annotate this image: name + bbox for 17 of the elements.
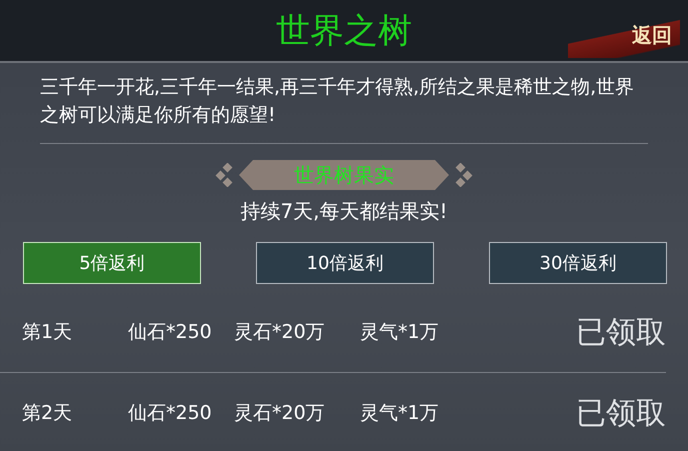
reward-item: 灵石*20万	[234, 320, 326, 345]
section-banner: 世界树果实	[239, 160, 449, 190]
reward-item: 仙石*250	[128, 320, 213, 345]
day-label: 第2天	[22, 400, 74, 426]
reward-tab[interactable]: 10倍返利	[256, 242, 434, 284]
reward-tab[interactable]: 5倍返利	[23, 242, 201, 284]
reward-tab[interactable]: 30倍返利	[489, 242, 667, 284]
reward-item: 仙石*250	[128, 400, 213, 426]
reward-item: 灵气*1万	[360, 320, 440, 345]
page-title: 世界之树	[276, 11, 412, 51]
day-label: 第1天	[22, 320, 74, 345]
claim-status: 已领取	[576, 394, 666, 432]
reward-item: 灵石*20万	[234, 400, 326, 426]
description: 三千年一开花,三千年一结果,再三千年才得熟,所结之果是稀世之物,世界之树可以满足你所有的愿望!	[39, 75, 636, 128]
claim-status: 已领取	[576, 314, 666, 352]
subtitle: 持续7天,每天都结果实!	[240, 198, 448, 225]
reward-item: 灵气*1万	[360, 400, 440, 426]
